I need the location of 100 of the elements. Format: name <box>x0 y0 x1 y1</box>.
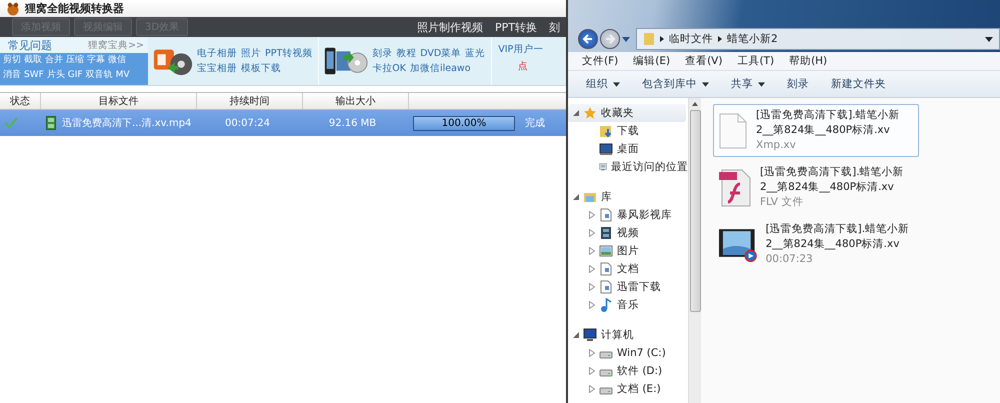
status-text: 完成 <box>525 116 545 130</box>
command-button[interactable]: 共享 <box>723 75 773 93</box>
column-header[interactable]: 持续时间 <box>197 93 303 109</box>
promo-link[interactable]: 刻录 <box>372 47 392 60</box>
promo-link[interactable]: DVD菜单 <box>420 47 462 60</box>
nav-item[interactable]: Win7 (C:) <box>568 344 688 362</box>
file-detail: Xmp.xv <box>756 138 797 153</box>
scrollbar[interactable] <box>688 98 701 403</box>
document-icon <box>599 280 613 294</box>
top-link[interactable]: 照片制作视频 <box>417 20 483 34</box>
vip-text: VIP用户一 <box>498 43 544 56</box>
promo-link[interactable]: 模板下载 <box>241 62 281 75</box>
column-header[interactable]: 输出大小 <box>303 93 409 109</box>
collapsed-arrow-icon[interactable] <box>588 367 594 375</box>
nav-item[interactable]: 下载 <box>568 122 688 140</box>
column-header[interactable]: 状态 <box>0 93 41 109</box>
expanded-arrow-icon[interactable] <box>572 332 578 338</box>
promo-link[interactable]: 宝宝相册 <box>197 62 237 75</box>
check-icon <box>4 117 18 129</box>
collapsed-arrow-icon[interactable] <box>588 247 594 255</box>
file-detail: 00:07:23 <box>766 252 814 267</box>
promo-link[interactable]: PPT转视频 <box>265 47 312 60</box>
nav-item[interactable]: 库 <box>568 188 688 206</box>
phone-to-disc-icon <box>324 46 368 76</box>
nav-item[interactable]: 暴风影视库 <box>568 206 688 224</box>
left-arrow-icon <box>582 33 594 45</box>
nav-item[interactable]: 文档 (E:) <box>568 380 688 398</box>
breadcrumb-arrow-icon[interactable] <box>718 36 722 42</box>
file-item[interactable]: [迅雷免费高清下载].蜡笔小新2__第824集__480P标清.xv FLV 文件 <box>713 161 919 214</box>
forward-button[interactable] <box>600 29 620 49</box>
desktop-icon <box>599 142 613 156</box>
collapsed-arrow-icon[interactable] <box>588 265 594 273</box>
app-logo-icon <box>6 2 20 16</box>
collapsed-arrow-icon[interactable] <box>588 301 594 309</box>
command-button[interactable]: 包含到库中 <box>634 75 717 93</box>
dropdown-icon[interactable] <box>985 36 993 42</box>
library-folder-icon <box>583 190 597 204</box>
collapsed-arrow-icon[interactable] <box>588 385 594 393</box>
computer-icon <box>583 328 597 342</box>
menu-item[interactable]: 查看(V) <box>685 54 722 68</box>
folder-download-icon <box>599 124 613 138</box>
command-button[interactable]: 组织 <box>578 75 628 93</box>
collapsed-arrow-icon[interactable] <box>588 211 594 219</box>
vip-link[interactable]: 点 <box>498 60 544 73</box>
folder-icon <box>643 32 655 46</box>
file-name: 迅雷免费高清下...清.xv.mp4 <box>62 116 192 130</box>
nav-item[interactable]: 软件 (D:) <box>568 362 688 380</box>
promo-link[interactable]: 照片 <box>241 47 261 60</box>
nav-item[interactable]: 收藏夹 <box>568 104 686 122</box>
scroll-up-icon[interactable] <box>692 102 698 106</box>
nav-item[interactable]: 迅雷下载 <box>568 278 688 296</box>
nav-item[interactable]: 桌面 <box>568 140 688 158</box>
command-button[interactable]: 新建文件夹 <box>823 75 894 93</box>
address-bar[interactable]: 临时文件 蜡笔小新2 <box>636 28 1000 50</box>
video-thumbnail-icon <box>718 226 758 262</box>
collapsed-arrow-icon[interactable] <box>588 229 594 237</box>
file-item[interactable]: [迅雷免费高清下载].蜡笔小新2__第824集__480P标清.xv 00:07:23 <box>713 218 919 271</box>
breadcrumb-item[interactable]: 临时文件 <box>669 32 713 46</box>
expanded-arrow-icon[interactable] <box>572 110 578 116</box>
menu-item[interactable]: 帮助(H) <box>789 54 828 68</box>
breadcrumb-item[interactable]: 蜡笔小新2 <box>727 32 778 46</box>
top-link[interactable]: PPT转换 <box>495 20 537 34</box>
breadcrumb-arrow-icon[interactable] <box>660 36 664 42</box>
video-file-icon <box>46 116 56 130</box>
column-header[interactable]: 目标文件 <box>41 93 197 109</box>
nav-item[interactable]: 文档 <box>568 260 688 278</box>
blank-file-icon <box>718 112 748 148</box>
film-icon <box>599 226 613 240</box>
menu-item[interactable]: 工具(T) <box>737 54 774 68</box>
promo-link[interactable]: 加微信ileawo <box>410 62 471 75</box>
star-icon <box>583 106 597 120</box>
nav-item[interactable]: 计算机 <box>568 326 688 344</box>
command-button[interactable]: 刻录 <box>779 75 817 93</box>
nav-item[interactable]: 视频 <box>568 224 688 242</box>
flash-file-icon <box>718 168 752 208</box>
file-detail: FLV 文件 <box>760 195 804 210</box>
file-item[interactable]: [迅雷免费高清下载].蜡笔小新2__第824集__480P标清.xv Xmp.xv <box>713 104 919 157</box>
collapsed-arrow-icon[interactable] <box>588 349 594 357</box>
window-title: 狸窝全能视频转换器 <box>25 1 124 16</box>
expanded-arrow-icon[interactable] <box>572 194 578 200</box>
progress-text: 100.00% <box>442 118 486 128</box>
table-row[interactable]: 迅雷免费高清下...清.xv.mp4 00:07:24 92.16 MB 100.00% 完成 <box>0 110 566 136</box>
menu-item[interactable]: 文件(F) <box>582 54 618 68</box>
music-note-icon <box>599 298 613 312</box>
collapsed-arrow-icon[interactable] <box>588 283 594 291</box>
history-dropdown-icon[interactable] <box>622 36 630 42</box>
menu-item[interactable]: 编辑(E) <box>633 54 670 68</box>
back-button[interactable] <box>578 29 598 49</box>
promo-link[interactable]: 电子相册 <box>197 47 237 60</box>
file-name: [迅雷免费高清下载].蜡笔小新2__第824集__480P标清.xv <box>760 165 905 195</box>
nav-item[interactable]: 音乐 <box>568 296 688 314</box>
nav-item[interactable]: 最近访问的位置 <box>568 158 688 176</box>
promo-link[interactable]: 卡拉OK <box>372 62 406 75</box>
document-icon <box>599 262 613 276</box>
faq-title: 常见问题 <box>8 38 52 52</box>
promo-link[interactable]: 教程 <box>396 47 416 60</box>
table-cell-text: 00:07:24 <box>224 118 271 128</box>
top-link[interactable]: 刻 <box>549 20 560 34</box>
nav-item[interactable]: 图片 <box>568 242 688 260</box>
promo-link[interactable]: 蓝光 <box>465 47 486 60</box>
